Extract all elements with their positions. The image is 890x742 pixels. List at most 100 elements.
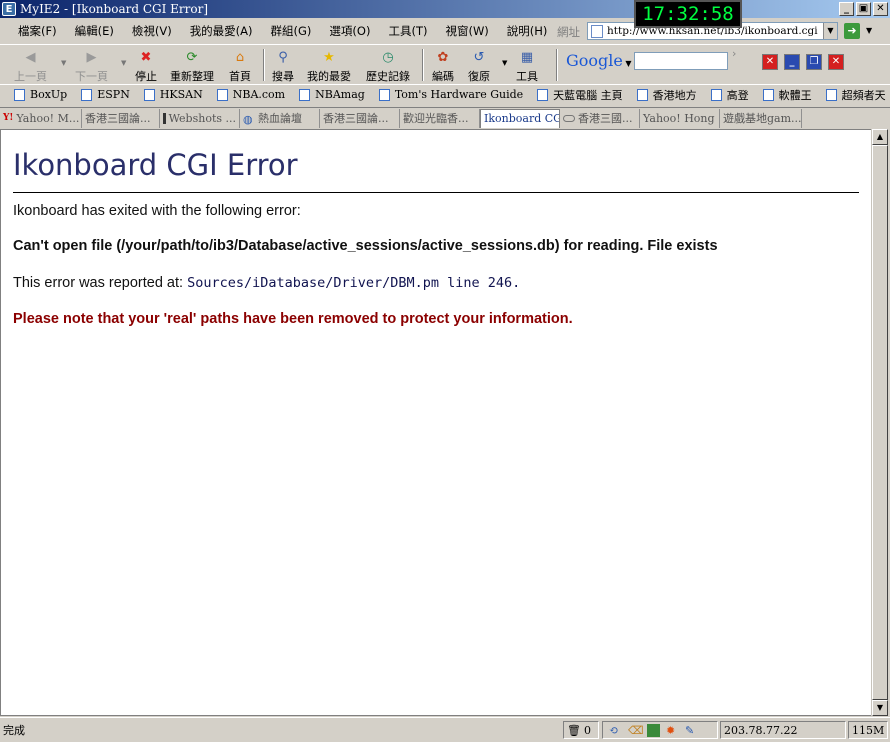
- link-item[interactable]: Tom's Hardware Guide: [378, 88, 523, 101]
- tab-sanguo-3[interactable]: 香港三國...: [560, 108, 640, 128]
- back-dropdown-icon[interactable]: ▼: [61, 59, 66, 67]
- tab-bar: Y! Yahoo! M... 香港三國論... Webshots ... ◍ 熱血論…: [0, 107, 890, 128]
- address-label: 網址: [557, 25, 580, 39]
- restore-button[interactable]: ↺ 復原: [468, 48, 490, 84]
- tab-hot-blood[interactable]: ◍ 熱血論壇: [240, 108, 320, 128]
- tab-label: Ikonboard CG...: [484, 112, 560, 125]
- google-search-logo[interactable]: Google ▼: [566, 51, 632, 70]
- link-item[interactable]: 天藍電腦 主頁: [537, 87, 623, 103]
- scroll-thumb[interactable]: [872, 145, 888, 700]
- page-icon: [591, 24, 603, 38]
- tab-label: 香港三國論...: [85, 112, 151, 125]
- history-button[interactable]: ◷ 歷史記錄: [366, 48, 410, 84]
- link-label: NBAmag: [315, 88, 365, 101]
- tab-ikonboard[interactable]: Ikonboard CG...: [480, 108, 560, 128]
- error-message: Can't open file (/your/path/to/ib3/Datab…: [13, 238, 718, 254]
- address-dropdown-icon[interactable]: ▼: [823, 23, 837, 39]
- tab-yahoo-m[interactable]: Y! Yahoo! M...: [0, 108, 82, 128]
- proxy-icon[interactable]: [647, 723, 660, 737]
- stop-label: 停止: [135, 70, 157, 83]
- link-label: BoxUp: [30, 88, 68, 101]
- tools-button[interactable]: ▦ 工具: [516, 48, 538, 84]
- menu-window[interactable]: 視窗(W): [445, 23, 488, 39]
- menu-group[interactable]: 群組(G): [271, 23, 312, 39]
- link-item[interactable]: NBA.com: [216, 88, 285, 101]
- close-tab-icon[interactable]: ✕: [828, 54, 844, 70]
- tab-sanguo-1[interactable]: 香港三國論...: [82, 108, 160, 128]
- minimize-icon[interactable]: _: [784, 54, 800, 70]
- status-bar: 完成 🗑 0 ⟲ ⌫ ✹ ✎ 203.78.77.22 115M: [0, 717, 890, 742]
- favorites-button[interactable]: ★ 我的最愛: [307, 48, 351, 84]
- toolbar-separator: [263, 49, 265, 81]
- go-arrow-icon[interactable]: ➜: [844, 23, 860, 39]
- link-item[interactable]: 軟體王: [762, 87, 812, 103]
- trash-status[interactable]: 🗑 0: [563, 721, 599, 739]
- link-label: 軟體王: [778, 88, 812, 102]
- link-item[interactable]: 超頻者天: [825, 87, 886, 103]
- network-icon[interactable]: ⟲: [609, 724, 622, 737]
- forward-arrow-icon: ▶: [86, 49, 97, 65]
- link-item[interactable]: ESPN: [81, 88, 130, 101]
- camera-icon: [163, 112, 166, 124]
- restore-icon: ↺: [473, 49, 485, 65]
- tab-game-base[interactable]: 遊戲基地gam...: [720, 108, 802, 128]
- link-item[interactable]: BoxUp: [14, 88, 67, 101]
- maximize-button[interactable]: ▣: [856, 2, 871, 16]
- close-button[interactable]: ✕: [873, 2, 888, 16]
- stop-icon: ✖: [140, 49, 152, 65]
- tab-sanguo-2[interactable]: 香港三國論...: [320, 108, 400, 128]
- minimize-button[interactable]: _: [839, 2, 854, 16]
- home-button[interactable]: ⌂ 首頁: [229, 48, 251, 84]
- refresh-label: 重新整理: [170, 70, 214, 83]
- page-icon: [378, 88, 390, 101]
- tab-label: 香港三國...: [578, 112, 633, 125]
- links-bar: BoxUp ESPN HKSAN NBA.com NBAmag Tom's Ha…: [0, 84, 890, 104]
- edit-icon[interactable]: ✎: [685, 724, 698, 737]
- back-button[interactable]: ◀ 上一頁: [14, 48, 47, 84]
- restore-label: 復原: [468, 70, 490, 83]
- gear-icon[interactable]: ✹: [666, 724, 679, 737]
- google-dropdown-icon: ▼: [622, 59, 632, 68]
- stop-button[interactable]: ✖ 停止: [135, 48, 157, 84]
- tab-label: 熱血論壇: [258, 112, 302, 125]
- menu-options[interactable]: 選項(O): [329, 23, 370, 39]
- menu-favorites[interactable]: 我的最愛(A): [190, 23, 253, 39]
- star-icon: ★: [323, 49, 335, 65]
- cleanup-icon[interactable]: ⌫: [628, 724, 644, 737]
- tab-label: Yahoo! Hong ...: [643, 111, 720, 125]
- search-go-icon[interactable]: ›: [732, 47, 736, 60]
- google-search-input[interactable]: [634, 52, 728, 70]
- link-label: 香港地方: [652, 88, 697, 102]
- page-icon: [143, 88, 155, 101]
- tab-label: Yahoo! M...: [16, 111, 80, 125]
- vertical-scrollbar[interactable]: ▲ ▼: [871, 129, 888, 716]
- scroll-down-icon[interactable]: ▼: [872, 700, 888, 716]
- page-icon: [299, 88, 311, 101]
- link-item[interactable]: 高登: [710, 87, 749, 103]
- chevron-down-icon[interactable]: ▼: [866, 26, 872, 35]
- forward-dropdown-icon[interactable]: ▼: [121, 59, 126, 67]
- intro-text: Ikonboard has exited with the following …: [13, 203, 301, 219]
- encoding-button[interactable]: ✿ 編碼: [432, 48, 454, 84]
- window-title: MyIE2 - [Ikonboard CGI Error]: [20, 2, 209, 16]
- link-label: 高登: [726, 88, 749, 102]
- tab-welcome[interactable]: 歡迎光臨香...: [400, 108, 480, 128]
- tab-webshots[interactable]: Webshots ...: [160, 108, 240, 128]
- trash-icon: 🗑: [567, 723, 581, 737]
- menu-view[interactable]: 檢視(V): [132, 23, 172, 39]
- refresh-button[interactable]: ⟳ 重新整理: [170, 48, 214, 84]
- close-all-icon[interactable]: ✕: [762, 54, 778, 70]
- menu-file[interactable]: 檔案(F): [18, 23, 57, 39]
- menu-help[interactable]: 說明(H): [507, 23, 548, 39]
- tab-yahoo-hk[interactable]: Yahoo! Hong ...: [640, 108, 720, 128]
- scroll-up-icon[interactable]: ▲: [872, 129, 888, 145]
- link-item[interactable]: HKSAN: [143, 88, 203, 101]
- link-item[interactable]: NBAmag: [299, 88, 365, 101]
- restore-dropdown-icon[interactable]: ▼: [502, 59, 507, 67]
- restore-window-icon[interactable]: ❐: [806, 54, 822, 70]
- menu-edit[interactable]: 編輯(E): [75, 23, 114, 39]
- menu-tools[interactable]: 工具(T): [388, 23, 427, 39]
- link-item[interactable]: 香港地方: [636, 87, 697, 103]
- search-button[interactable]: ⚲ 搜尋: [272, 48, 294, 84]
- forward-button[interactable]: ▶ 下一頁: [75, 48, 108, 84]
